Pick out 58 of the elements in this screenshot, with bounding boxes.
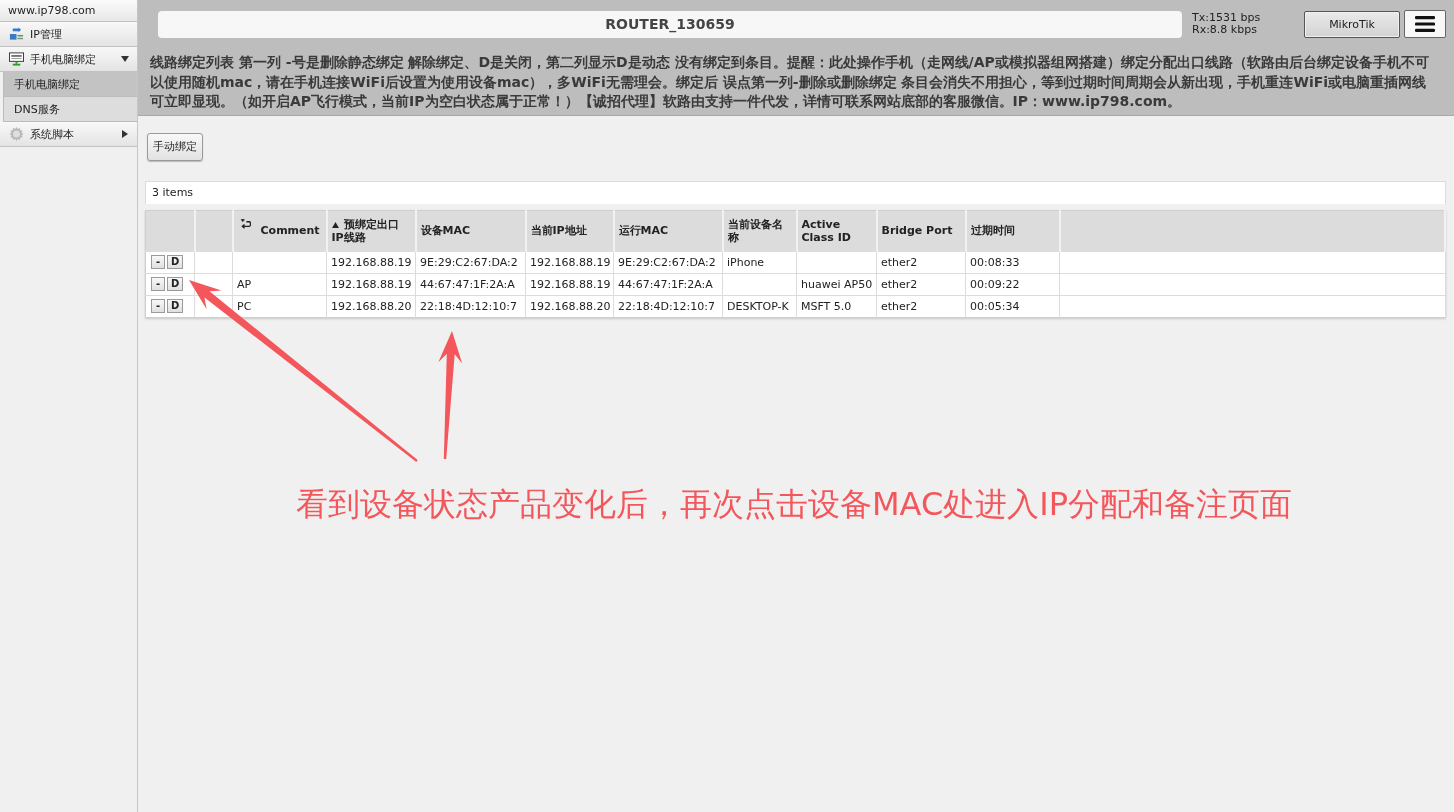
table-cell: huawei AP50	[796, 273, 877, 295]
table-cell: MSFT 5.0	[796, 295, 877, 317]
menu-item[interactable]: 手机电脑绑定	[0, 47, 137, 72]
column-header[interactable]: 运行MAC	[613, 210, 723, 251]
table-cell: ether2	[876, 273, 966, 295]
remove-button[interactable]: -	[151, 255, 165, 269]
submenu-item[interactable]: DNS服务	[3, 97, 137, 122]
table-cell: 44:67:47:1F:2A:A	[415, 273, 526, 295]
column-header[interactable]: 当前设备名称	[722, 210, 797, 251]
gear-icon	[9, 127, 24, 141]
remove-button[interactable]: -	[151, 277, 165, 291]
menu-item[interactable]: 系统脚本	[0, 122, 137, 147]
column-header[interactable]: 过期时间	[965, 210, 1060, 251]
table-cell: 192.168.88.19	[326, 273, 416, 295]
disable-button[interactable]: D	[167, 277, 184, 291]
column-header[interactable]: 当前IP地址	[525, 210, 614, 251]
column-header[interactable]: 设备MAC	[415, 210, 526, 251]
disable-button[interactable]: D	[167, 299, 184, 313]
table-cell: 00:09:22	[965, 273, 1060, 295]
disable-button[interactable]: D	[167, 255, 184, 269]
table-cell: 00:05:34	[965, 295, 1060, 317]
brand-button[interactable]: MikroTik	[1304, 10, 1400, 38]
table-cell: ether2	[876, 295, 966, 317]
manual-bind-button[interactable]: 手动绑定	[147, 132, 203, 161]
table-cell: 9E:29:C2:67:DA:2	[613, 251, 723, 273]
column-header[interactable]: Bridge Port	[876, 210, 966, 251]
column-header[interactable]: Active Class ID	[796, 210, 877, 251]
column-header[interactable]: 预绑定出口IP线路	[326, 210, 416, 251]
submenu-item[interactable]: 手机电脑绑定	[3, 72, 137, 97]
item-count: 3 items	[145, 180, 1446, 204]
table-cell: 192.168.88.20	[326, 295, 416, 317]
rx-rate: Rx:8.8 kbps	[1192, 24, 1257, 36]
menu-item[interactable]: IP管理	[0, 22, 137, 47]
table-cell: 00:08:33	[965, 251, 1060, 273]
network-icon	[9, 27, 24, 41]
table-cell: 22:18:4D:12:10:7	[415, 295, 526, 317]
table-cell: DESKTOP-K	[722, 295, 797, 317]
table-cell: AP	[232, 273, 327, 295]
table-cell: 192.168.88.19	[525, 273, 614, 295]
table-cell: 44:67:47:1F:2A:A	[613, 273, 723, 295]
tx-rate: Tx:1531 bps	[1192, 12, 1261, 24]
menu-icon	[1415, 16, 1435, 32]
column-header[interactable]: Comment	[232, 210, 327, 251]
monitor-icon	[9, 52, 24, 66]
notice-text: 线路绑定列表 第一列 -号是删除静态绑定 解除绑定、D是关闭，第二列显示D是动态 没有绑定到条目。提醒：此处操作手机（走网线/AP或模拟器组网搭建）绑定分配出口线路（软路由后台绑定设备手机不可以使用随机mac，请在手机连接WiFi后设置为使用设备mac），多WiFi无需理会。绑定后 误点第一列-删除或删除绑定 条目会消失不用担心，等到过期时间周期会从新出现，手机重连WiFi或电脑重插网线可立即显现。（如开启AP飞行模式，当前IP为空白状态属于正常！）【诚招代理】软路由支持一件代发，详情可联系网站底部的客服微信。IP：www.ip798.com。	[150, 53, 1430, 111]
remove-button[interactable]: -	[151, 299, 165, 313]
table-cell: 9E:29:C2:67:DA:2	[415, 251, 526, 273]
table-cell: 192.168.88.20	[525, 295, 614, 317]
table-cell: ether2	[876, 251, 966, 273]
table-cell: iPhone	[722, 251, 797, 273]
annotation-text: 看到设备状态产品变化后，再次点击设备MAC处进入IP分配和备注页面	[296, 484, 1292, 524]
site-address[interactable]: www.ip798.com	[0, 0, 137, 22]
router-title: ROUTER_130659	[158, 10, 1182, 38]
return-arrow-icon	[239, 218, 251, 230]
table-cell: 192.168.88.19	[326, 251, 416, 273]
menu-button[interactable]	[1404, 10, 1446, 38]
table-cell: 192.168.88.19	[525, 251, 614, 273]
table-cell: 22:18:4D:12:10:7	[613, 295, 723, 317]
